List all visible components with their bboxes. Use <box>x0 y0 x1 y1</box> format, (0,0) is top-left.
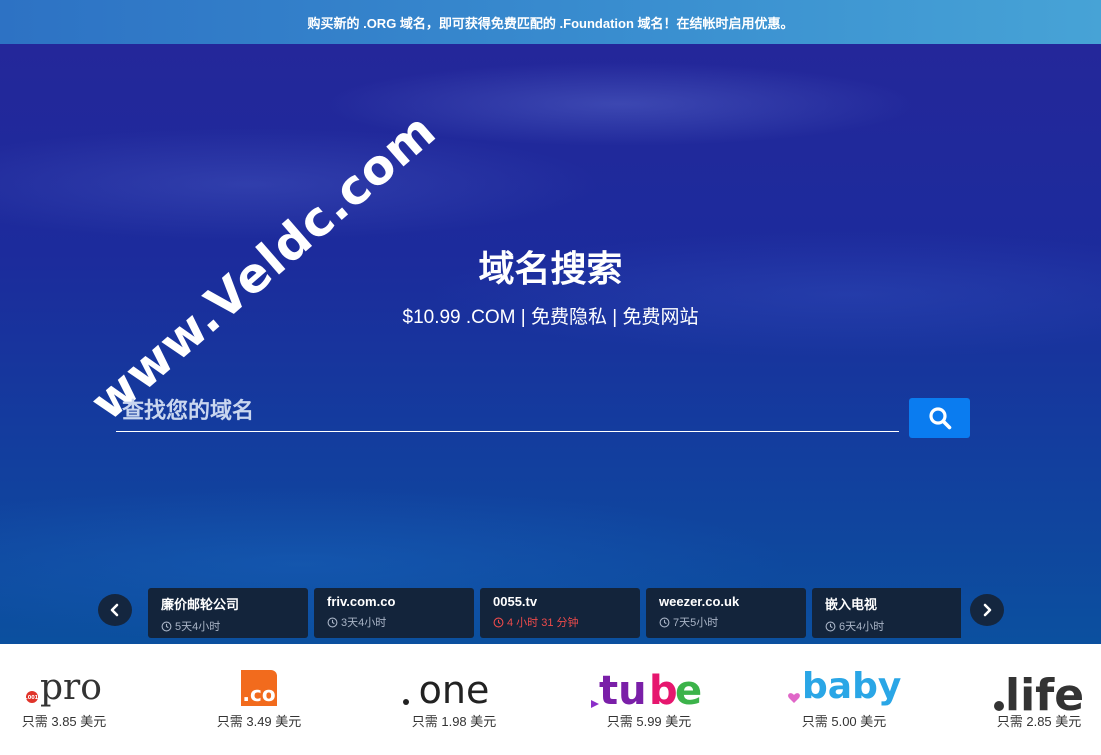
carousel-prev-button[interactable] <box>98 594 132 626</box>
tld-price: 只需 5.00 美元 <box>801 714 887 729</box>
tld-item-co[interactable]: .co 只需 3.49 美元 <box>179 644 339 755</box>
svg-text:baby: baby <box>802 666 901 707</box>
tld-price: 只需 2.85 美元 <box>996 714 1082 729</box>
page-title: 域名搜索 <box>478 248 623 289</box>
auction-domain-name: 嵌入电视 <box>825 597 878 612</box>
auction-time-text: 6天4小时 <box>839 621 885 633</box>
promo-banner[interactable]: 购买新的 .ORG 域名，即可获得免费匹配的 .Foundation 域名！在结… <box>0 0 1101 44</box>
auction-time-left: 4 小时 31 分钟 <box>493 614 640 630</box>
tube-logo: tu b e <box>591 668 702 712</box>
auction-time-text: 4 小时 31 分钟 <box>507 617 579 629</box>
domain-search-form <box>116 390 970 438</box>
auction-time-text: 5天4小时 <box>175 621 221 633</box>
clock-icon <box>493 617 504 627</box>
auction-card[interactable]: 嵌入电视 6天4小时 <box>812 588 961 638</box>
auction-card[interactable]: 0055.tv 4 小时 31 分钟 <box>480 588 640 638</box>
tld-item-life[interactable]: life 只需 2.85 美元 <box>959 644 1101 755</box>
tld-item-one[interactable]: one 只需 1.98 美元 <box>374 644 534 755</box>
auction-time-left: 6天4小时 <box>825 618 961 634</box>
tld-price: 只需 5.99 美元 <box>606 714 692 729</box>
domain-search-input[interactable] <box>116 390 899 432</box>
one-logo: one <box>403 668 490 712</box>
auction-carousel: 廉价邮轮公司 5天4小时 friv.com.co 3天4小时 0055.tv 4… <box>148 588 961 638</box>
auction-domain-name: weezer.co.uk <box>659 594 740 609</box>
tld-item-tube[interactable]: tu b e 只需 5.99 美元 <box>569 644 729 755</box>
svg-text:.001: .001 <box>26 695 39 701</box>
co-logo: .co <box>241 670 277 706</box>
auction-time-left: 3天4小时 <box>327 614 474 630</box>
auction-domain-name: 廉价邮轮公司 <box>161 597 240 612</box>
clock-icon <box>327 617 338 627</box>
clock-icon <box>161 621 172 631</box>
baby-logo: baby <box>788 666 901 707</box>
auction-time-text: 3天4小时 <box>341 617 387 629</box>
tld-price: 只需 1.98 美元 <box>411 714 497 729</box>
carousel-next-button[interactable] <box>970 594 1004 626</box>
svg-text:life: life <box>1005 670 1084 712</box>
auction-time-left: 5天4小时 <box>161 618 308 634</box>
clock-icon <box>659 617 670 627</box>
search-button[interactable] <box>909 398 970 438</box>
chevron-right-icon <box>983 603 992 617</box>
pro-logo: .001 pro <box>26 667 102 708</box>
auction-time-left: 7天5小时 <box>659 614 806 630</box>
hero-subtitle: $10.99 .COM | 免费隐私 | 免费网站 <box>402 307 699 328</box>
clock-icon <box>825 621 836 631</box>
auction-domain-name: friv.com.co <box>327 594 396 609</box>
promo-text: 购买新的 .ORG 域名，即可获得免费匹配的 .Foundation 域名！在结… <box>307 15 794 31</box>
tld-price: 只需 3.49 美元 <box>216 714 302 729</box>
tld-promo-bar: .001 pro 只需 3.85 美元 .co 只需 3.49 美元 one 只… <box>0 644 1101 755</box>
tld-item-baby[interactable]: baby 只需 5.00 美元 <box>764 644 924 755</box>
search-icon <box>928 407 951 430</box>
auction-card[interactable]: weezer.co.uk 7天5小时 <box>646 588 806 638</box>
chevron-left-icon <box>110 603 119 617</box>
hero-section: www.Veldc.com 域名搜索 $10.99 .COM | 免费隐私 | … <box>0 44 1101 644</box>
svg-text:.co: .co <box>242 682 275 706</box>
svg-text:b: b <box>649 668 678 712</box>
tld-price: 只需 3.85 美元 <box>21 714 107 729</box>
auction-card[interactable]: 廉价邮轮公司 5天4小时 <box>148 588 308 638</box>
tld-item-pro[interactable]: .001 pro 只需 3.85 美元 <box>0 644 144 755</box>
svg-text:e: e <box>675 668 702 712</box>
svg-text:pro: pro <box>40 667 102 708</box>
svg-text:tu: tu <box>599 668 647 712</box>
svg-text:one: one <box>419 668 490 712</box>
life-logo: life <box>994 670 1084 712</box>
auction-time-text: 7天5小时 <box>673 617 719 629</box>
auction-domain-name: 0055.tv <box>493 594 538 609</box>
auction-card[interactable]: friv.com.co 3天4小时 <box>314 588 474 638</box>
